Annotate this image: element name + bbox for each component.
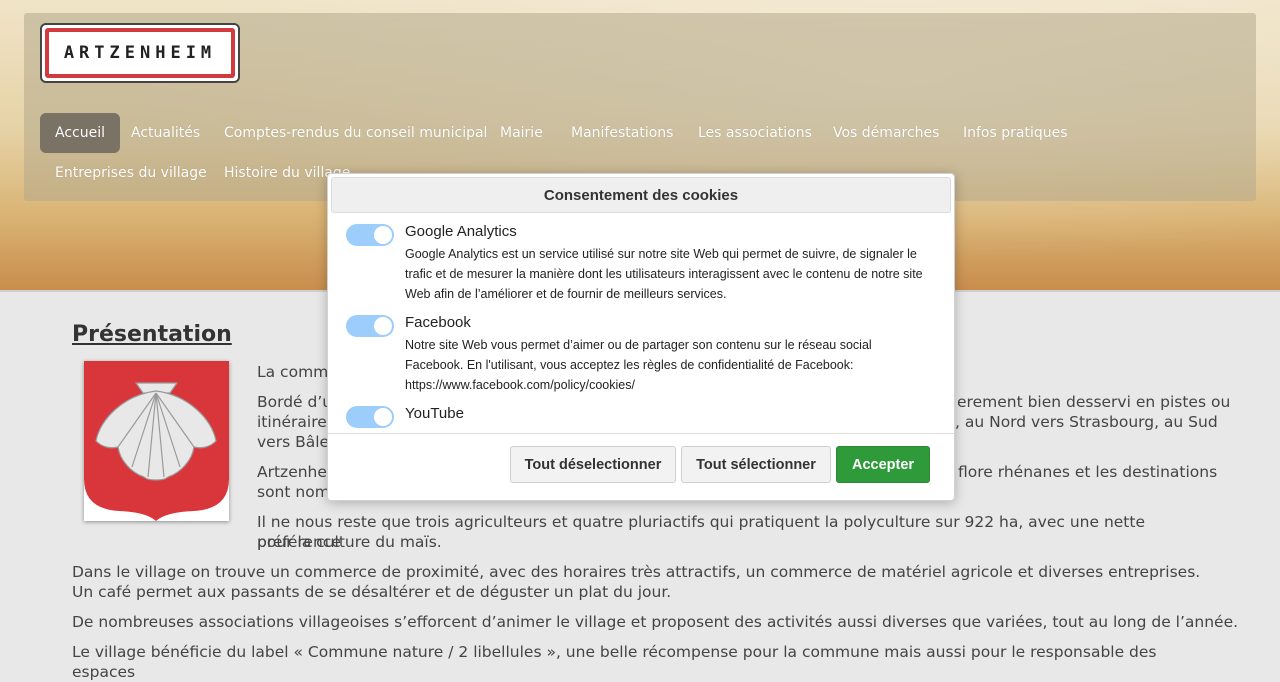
toggle-knob bbox=[374, 226, 392, 244]
cookie-options-list[interactable]: Google Analytics Google Analytics est un… bbox=[328, 216, 954, 432]
paragraph-line: Dans le village on trouve un commerce de… bbox=[72, 563, 1201, 581]
description-line: Notre site Web vous permet d’aimer ou de… bbox=[405, 338, 872, 352]
youtube-toggle[interactable] bbox=[346, 406, 394, 428]
google-analytics-toggle[interactable] bbox=[346, 224, 394, 246]
paragraph-line: vers Bâle bbox=[257, 433, 330, 451]
paragraph-line: Artzenhe bbox=[257, 463, 327, 481]
paragraph-line: pour la culture du maïs. bbox=[257, 533, 442, 551]
nav-item-actualites[interactable]: Actualités bbox=[116, 113, 215, 153]
nav-item-accueil[interactable]: Accueil bbox=[40, 113, 120, 153]
toggle-knob bbox=[374, 408, 392, 426]
description-line: Google Analytics est un service utilisé … bbox=[405, 247, 917, 261]
cookie-dialog-title: Consentement des cookies bbox=[331, 177, 951, 213]
nav-item-demarches[interactable]: Vos démarches bbox=[818, 113, 954, 153]
select-all-button[interactable]: Tout sélectionner bbox=[681, 446, 831, 483]
option-description: Notre site Web vous permet d’aimer ou de… bbox=[405, 335, 940, 395]
site-logo[interactable]: ARTZENHEIM bbox=[40, 23, 240, 83]
paragraph-line: Un café permet aux passants de se désalt… bbox=[72, 583, 672, 601]
paragraph-line: , au Nord vers Strasbourg, au Sud bbox=[955, 413, 1218, 431]
paragraph-line: sont nom bbox=[257, 483, 330, 501]
toggle-knob bbox=[374, 317, 392, 335]
nav-item-comptes-rendus[interactable]: Comptes-rendus du conseil municipal bbox=[209, 113, 502, 153]
page-title: Présentation bbox=[72, 322, 232, 347]
description-line: https://www.facebook.com/policy/cookies/ bbox=[405, 378, 635, 392]
option-description: Google Analytics est un service utilisé … bbox=[405, 244, 940, 304]
description-line: trafic et de mesurer la manière dont les… bbox=[405, 267, 923, 281]
logo-text: ARTZENHEIM bbox=[45, 28, 235, 78]
paragraph-line: De nombreuses associations villageoises … bbox=[72, 613, 1239, 631]
nav-item-entreprises[interactable]: Entreprises du village bbox=[40, 153, 222, 193]
intro-text-line: La comm bbox=[257, 363, 329, 381]
coat-of-arms-image bbox=[84, 361, 229, 521]
scallop-shell-icon bbox=[84, 361, 229, 521]
option-title: Google Analytics bbox=[405, 223, 517, 240]
paragraph-line: Le village bénéficie du label « Commune … bbox=[72, 643, 1157, 681]
description-line: Web afin de l’améliorer et de fournir de… bbox=[405, 287, 727, 301]
facebook-toggle[interactable] bbox=[346, 315, 394, 337]
cookie-consent-dialog: Consentement des cookies Google Analytic… bbox=[327, 173, 955, 501]
paragraph-line: Bordé d’u bbox=[257, 393, 333, 411]
paragraph-line: itinéraires bbox=[257, 413, 335, 431]
option-title: YouTube bbox=[405, 405, 464, 422]
paragraph-line: erement bien desservi en pistes ou bbox=[957, 393, 1231, 411]
paragraph-line: flore rhénanes et les destinations bbox=[958, 463, 1218, 481]
nav-item-infos-pratiques[interactable]: Infos pratiques bbox=[948, 113, 1083, 153]
accept-button[interactable]: Accepter bbox=[836, 446, 930, 483]
nav-item-manifestations[interactable]: Manifestations bbox=[556, 113, 688, 153]
cookie-dialog-footer: Tout déselectionner Tout sélectionner Ac… bbox=[328, 433, 954, 500]
nav-item-mairie[interactable]: Mairie bbox=[485, 113, 558, 153]
description-line: Facebook. En l'utilisant, vous acceptez … bbox=[405, 358, 854, 372]
option-title: Facebook bbox=[405, 314, 471, 331]
deselect-all-button[interactable]: Tout déselectionner bbox=[510, 446, 676, 483]
nav-item-associations[interactable]: Les associations bbox=[683, 113, 827, 153]
